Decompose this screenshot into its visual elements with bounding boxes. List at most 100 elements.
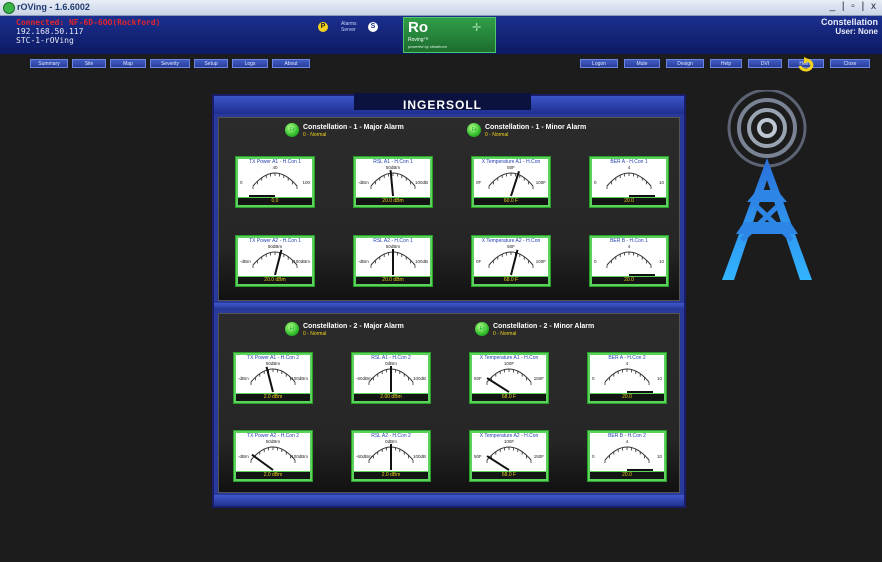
gauge-face: RSL A2 - H.Con 2 -60dBm 0dBm 100dB <box>354 433 428 471</box>
gauge-dial: 0 4 10 <box>592 361 662 393</box>
gauge-scale-mid: 4 <box>626 361 629 366</box>
gauge-scale-max: 100dB <box>413 376 426 381</box>
nav-map-button[interactable]: Map <box>110 59 146 68</box>
gauge[interactable]: RSL A1 - H.Con 2 -60dBm 0dBm 100dB 2.00 dBm <box>351 352 431 404</box>
nav-help-button[interactable]: Help <box>710 59 742 68</box>
gauge-readout: 60.0 F <box>474 198 548 205</box>
gauge-scale-min: 0 <box>594 180 597 185</box>
gauge[interactable]: X Temperature A2 - H.Con 50F 100F 150F 68.0 … <box>469 430 549 482</box>
alarm-status-icon: Fr <box>285 322 299 336</box>
rovng-app: rOVing - 1.6.6002 _ | ▫ | x Connected: N… <box>0 0 882 562</box>
gauge-dial: -60dBm 0dBm 100dB <box>356 439 426 470</box>
gauge-readout: 20.0 dBm <box>356 277 430 284</box>
gauge-scale-mid: 4 <box>628 244 631 249</box>
gauge[interactable]: TX Power A2 - H.Con 1 -dBm 50dBm 100dBm 20.0… <box>235 235 315 287</box>
alarm-state: 0 - Normal <box>303 132 327 138</box>
gauge-scale-mid: 0dBm <box>385 361 397 366</box>
gauge-dial: -dBm 50dBm 100dB <box>358 165 428 197</box>
gauge[interactable]: BER A - H.Con 1 0 4 10 20.0 <box>589 156 669 208</box>
gauge-readout: 20.0 <box>590 472 664 479</box>
gauge-readout: 2.0 dBm <box>354 472 428 479</box>
nav-logon-button[interactable]: Logon <box>580 59 618 68</box>
gauge-needle <box>486 377 510 393</box>
gauge[interactable]: BER B - H.Con 1 0 4 10 20.0 <box>589 235 669 287</box>
connection-status: Connected: NF-6D-6OO(Rockford) <box>16 18 161 27</box>
gauge[interactable]: RSL A1 - H.Con 1 -dBm 50dBm 100dB 20.0 dBm <box>353 156 433 208</box>
gauge-face: BER B - H.Con 1 0 4 10 <box>592 238 666 276</box>
constellation-1-section: Fr Constellation - 1 - Major Alarm 0 - N… <box>218 117 680 301</box>
s-badge-icon[interactable]: S <box>368 22 378 32</box>
gauge-face: RSL A2 - H.Con 1 -dBm 50dBm 100dB <box>356 238 430 276</box>
gauge-scale-max: 100dB <box>415 180 428 185</box>
app-icon <box>3 2 15 14</box>
station-name: STC-1-rOVing <box>16 36 74 45</box>
gauge[interactable]: TX Power A1 - H.Con 2 -dBm 50dBm 100dBm 2.0 … <box>233 352 313 404</box>
gauge-scale-min: 0 <box>240 180 243 185</box>
site-title: INGERSOLL <box>354 93 531 110</box>
gauge-scale-mid: 50F <box>507 244 515 249</box>
gauge-scale-max: 10 <box>659 180 665 185</box>
gauge[interactable]: X Temperature A1 - H.Con 0F 50F 100F 60.0 F <box>471 156 551 208</box>
gauge-readout: 2.0 dBm <box>236 394 310 401</box>
gauge-readout: 20.0 dBm <box>356 198 430 205</box>
gauge-scale-min: 0 <box>592 376 595 381</box>
gauge[interactable]: TX Power A1 - H.Con 1 0 40 100 0.0 <box>235 156 315 208</box>
alarm-status-icon: Fr <box>285 123 299 137</box>
gauge[interactable]: TX Power A2 - H.Con 2 -dBm 50dBm 100dBm 2.0 … <box>233 430 313 482</box>
alarm-label: Constellation - 1 - Minor Alarm <box>485 124 587 131</box>
gauge-face: X Temperature A2 - H.Con 0F 50F 100F <box>474 238 548 276</box>
logo-powered: powered by stealtcom <box>408 44 447 49</box>
gauge-scale-mid: 4 <box>626 439 629 444</box>
gauge-readout: 68.0 F <box>472 394 546 401</box>
site-panel: INGERSOLL Fr Constellation - 1 - Major A… <box>212 93 686 508</box>
gauge-dial: -dBm 50dBm 100dBm <box>238 361 308 393</box>
nav-summary-button[interactable]: Summary <box>30 59 68 68</box>
gauge-face: TX Power A2 - H.Con 2 -dBm 50dBm 100dBm <box>236 433 310 471</box>
current-user: User: None <box>835 27 878 36</box>
gauge-readout: 68.0 F <box>474 277 548 284</box>
gauge-scale-min: 50F <box>474 454 482 459</box>
gauge-scale-min: -dBm <box>358 259 369 264</box>
gauge[interactable]: BER A - H.Con 2 0 4 10 20.0 <box>587 352 667 404</box>
nav-dvi-button[interactable]: DVI <box>748 59 782 68</box>
gauge[interactable]: RSL A2 - H.Con 1 -dBm 50dBm 100dB 20.0 dBm <box>353 235 433 287</box>
nav-mute-button[interactable]: Mute <box>624 59 660 68</box>
gauge-scale-mid: 100F <box>504 439 515 444</box>
gauge-readout: 68.0 F <box>472 472 546 479</box>
gauge-scale-mid: 50dBm <box>266 361 281 366</box>
gauge-scale-min: -60dBm <box>356 376 372 381</box>
nav-design-button[interactable]: Design <box>666 59 704 68</box>
nav-close-button[interactable]: Close <box>830 59 870 68</box>
nav-setup-button[interactable]: Setup <box>194 59 228 68</box>
nav-about-button[interactable]: About <box>272 59 310 68</box>
gauge-needle <box>486 455 510 471</box>
gauge-dial: -dBm 50dBm 100dBm <box>238 439 308 471</box>
gauge-dial: 50F 100F 150F <box>474 439 544 471</box>
nav-severity-button[interactable]: Severity <box>150 59 190 68</box>
window-title-bar: rOVing - 1.6.6002 _ | ▫ | x <box>0 0 882 16</box>
gauge-scale-min: 0F <box>476 180 482 185</box>
gauge-scale-max: 100 <box>302 180 310 185</box>
gauge-scale-mid: 50dBm <box>386 244 401 249</box>
gauge-scale-mid: 50dBm <box>268 244 283 249</box>
p-badge-icon[interactable]: P <box>318 22 328 32</box>
gauge-scale-max: 150F <box>534 376 545 381</box>
window-controls[interactable]: _ | ▫ | x <box>830 1 878 12</box>
gauge-dial: 0 40 100 <box>240 165 310 197</box>
gauge-scale-min: -dBm <box>238 376 249 381</box>
gauge[interactable]: X Temperature A2 - H.Con 0F 50F 100F 68.0 F <box>471 235 551 287</box>
nav-site-button[interactable]: Site <box>72 59 106 68</box>
refresh-arrow-icon[interactable] <box>796 57 816 73</box>
nav-logs-button[interactable]: Logs <box>232 59 268 68</box>
alarm-state: 0 - Normal <box>303 331 327 337</box>
gauge-readout: 20.0 <box>592 198 666 205</box>
gauge-face: BER B - H.Con 2 0 4 10 <box>590 433 664 471</box>
gauge-face: X Temperature A2 - H.Con 50F 100F 150F <box>472 433 546 471</box>
gauge[interactable]: RSL A2 - H.Con 2 -60dBm 0dBm 100dB 2.0 dBm <box>351 430 431 482</box>
gauge[interactable]: X Temperature A1 - H.Con 50F 100F 150F 68.0 … <box>469 352 549 404</box>
server-label: Server <box>341 27 356 33</box>
gauge-dial: 0F 50F 100F <box>476 244 546 276</box>
gauge-readout: 2.00 dBm <box>354 394 428 401</box>
gauge[interactable]: BER B - H.Con 2 0 4 10 20.0 <box>587 430 667 482</box>
connection-info: Connected: NF-6D-6OO(Rockford) 192.168.5… <box>16 18 161 45</box>
